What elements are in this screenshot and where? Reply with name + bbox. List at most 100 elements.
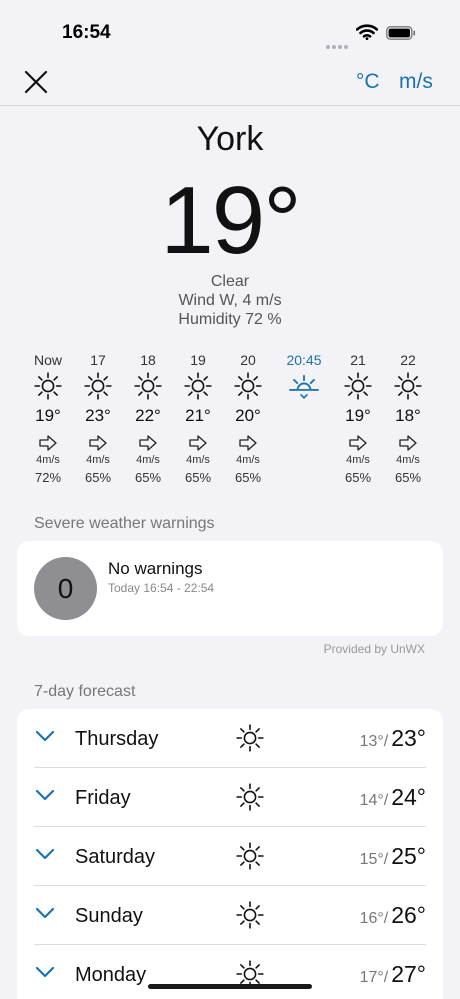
hour-label: 22 [400, 352, 416, 368]
current-condition: Clear [210, 273, 250, 290]
forecast-temperature-range: 17°/27° [360, 961, 426, 988]
sun-icon [73, 370, 123, 402]
chevron-down-icon[interactable] [34, 729, 56, 748]
current-temperature: 19° [160, 167, 301, 274]
temperature-unit-button[interactable]: °C [356, 70, 380, 94]
forecast-day: Saturday [75, 846, 156, 868]
hourly-column: 22 18° 4m/s 65% [383, 352, 433, 486]
sun-icon [236, 724, 264, 757]
hour-temperature: 18° [395, 406, 421, 425]
city-name: York [196, 120, 264, 158]
hourly-column: 21 19° 4m/s 65% [333, 352, 383, 486]
forecast-low: 15°/ [359, 851, 389, 868]
forecast-temperature-range: 15°/25° [360, 843, 426, 870]
hourly-column: Now 19° 4m/s 72% [23, 352, 73, 486]
wind-direction-icon [73, 434, 123, 454]
chevron-down-icon[interactable] [34, 906, 56, 925]
wind-direction-icon [223, 434, 273, 454]
top-bar: °C m/s [0, 60, 460, 106]
hourly-column: 20 20° 4m/s 65% [223, 352, 273, 486]
wind-direction-icon [173, 434, 223, 454]
hour-label: 21 [350, 352, 366, 368]
forecast-day: Thursday [75, 728, 159, 750]
hour-temperature: 23° [85, 406, 111, 425]
forecast-high: 27° [391, 961, 426, 987]
wind-direction-icon [383, 434, 433, 454]
hour-wind-speed: 4m/s [136, 454, 160, 466]
hour-temperature: 19° [345, 406, 371, 425]
hour-wind-speed: 4m/s [346, 454, 370, 466]
hour-humidity: 65% [134, 470, 162, 485]
hour-temperature: 22° [135, 406, 161, 425]
close-icon[interactable] [22, 68, 50, 96]
forecast-low: 13°/ [359, 733, 389, 750]
warning-count-badge: 0 [34, 557, 97, 620]
status-bar: 16:54 [0, 0, 460, 60]
warning-title: No warnings [108, 559, 203, 578]
wind-direction-icon [23, 434, 73, 454]
hour-label: 20:45 [286, 352, 322, 368]
hourly-column: 19 21° 4m/s 65% [173, 352, 223, 486]
hour-wind-speed: 4m/s [186, 454, 210, 466]
warning-period: Today 16:54 - 22:54 [108, 581, 215, 595]
forecast-row[interactable]: Friday 14°/24° [34, 768, 426, 827]
forecast-temperature-range: 16°/26° [360, 902, 426, 929]
hour-wind-speed: 4m/s [86, 454, 110, 466]
wind-direction-icon [333, 434, 383, 454]
hourly-column: 20:45 [279, 352, 329, 402]
sun-icon [236, 842, 264, 875]
warnings-section-title: Severe weather warnings [34, 515, 215, 532]
hour-humidity: 65% [394, 470, 422, 485]
hour-humidity: 65% [184, 470, 212, 485]
forecast-temperature-range: 14°/24° [360, 784, 426, 811]
sun-icon [383, 370, 433, 402]
forecast-day: Monday [75, 964, 147, 986]
hour-humidity: 65% [344, 470, 372, 485]
forecast-card: Thursday 13°/23° Friday 14°/24° Saturday 15°/… [17, 709, 443, 999]
hour-wind-speed: 4m/s [396, 454, 420, 466]
forecast-day: Friday [75, 787, 131, 809]
battery-icon [386, 26, 416, 40]
hourly-column: 18 22° 4m/s 65% [123, 352, 173, 486]
sun-icon [236, 783, 264, 816]
hour-temperature: 20° [235, 406, 261, 425]
sun-icon [223, 370, 273, 402]
forecast-high: 25° [391, 843, 426, 869]
hourly-column: 17 23° 4m/s 65% [73, 352, 123, 486]
sunset-icon [279, 370, 329, 402]
wind-unit-button[interactable]: m/s [399, 70, 433, 94]
wind-direction-icon [123, 434, 173, 454]
chevron-down-icon[interactable] [34, 847, 56, 866]
hour-label: 18 [140, 352, 156, 368]
hour-label: 17 [90, 352, 106, 368]
hour-label: Now [33, 352, 62, 368]
forecast-row[interactable]: Thursday 13°/23° [34, 709, 426, 768]
wifi-icon [356, 24, 378, 40]
hour-humidity: 65% [234, 470, 262, 485]
forecast-high: 24° [391, 784, 426, 810]
forecast-row[interactable]: Saturday 15°/25° [34, 827, 426, 886]
warnings-card[interactable]: 0 No warnings Today 16:54 - 22:54 [17, 541, 443, 636]
hour-temperature: 21° [185, 406, 211, 425]
forecast-row[interactable]: Monday 17°/27° [34, 945, 426, 999]
forecast-low: 16°/ [359, 910, 389, 927]
forecast-high: 23° [391, 725, 426, 751]
forecast-section-title: 7-day forecast [34, 683, 136, 700]
sun-icon [23, 370, 73, 402]
hour-label: 19 [190, 352, 206, 368]
forecast-row[interactable]: Sunday 16°/26° [34, 886, 426, 945]
hour-wind-speed: 4m/s [236, 454, 260, 466]
hourly-forecast[interactable]: Now 19° 4m/s 72% 17 23° 4m/s 65% 18 22° 4m/s 65% 19 2… [23, 352, 438, 497]
sun-icon [236, 901, 264, 934]
status-time: 16:54 [62, 22, 111, 43]
hour-temperature: 19° [35, 406, 61, 425]
signal-icon [326, 36, 350, 49]
forecast-temperature-range: 13°/23° [360, 725, 426, 752]
hour-humidity: 65% [84, 470, 112, 485]
chevron-down-icon[interactable] [34, 788, 56, 807]
current-humidity: Humidity 72 % [178, 311, 282, 328]
sun-icon [123, 370, 173, 402]
chevron-down-icon[interactable] [34, 965, 56, 984]
home-indicator[interactable] [148, 984, 312, 989]
forecast-low: 17°/ [359, 969, 389, 986]
